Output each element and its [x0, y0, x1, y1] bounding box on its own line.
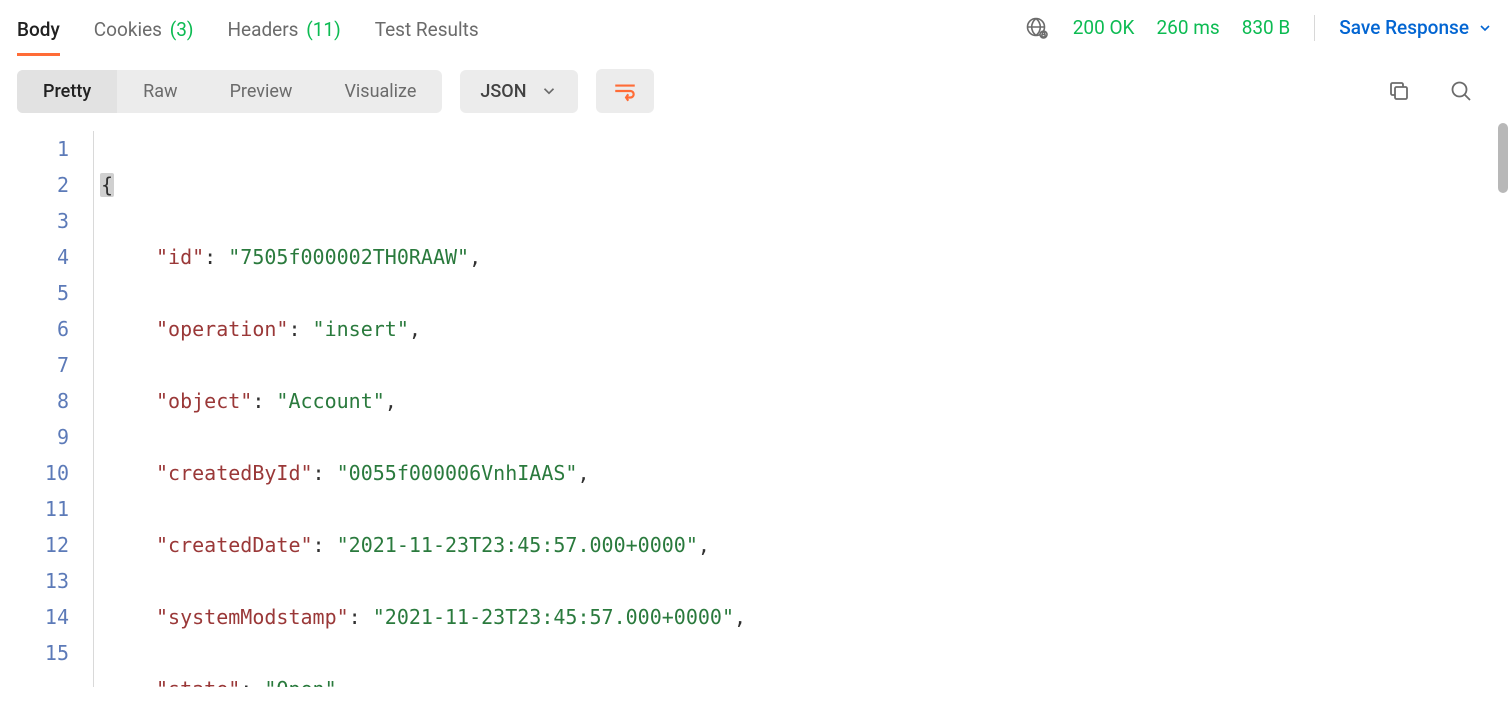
format-select[interactable]: JSON — [460, 70, 578, 113]
divider — [1314, 15, 1315, 41]
save-response-label: Save Response — [1339, 16, 1469, 39]
network-icon[interactable] — [1025, 16, 1049, 40]
code-line: "object": "Account", — [100, 383, 1502, 419]
lineno: 11 — [17, 491, 69, 527]
tab-test-results[interactable]: Test Results — [375, 10, 479, 55]
chevron-down-icon — [1477, 20, 1493, 36]
response-meta: 200 OK 260 ms 830 B Save Response — [1025, 15, 1493, 51]
tab-headers-count: (11) — [306, 18, 340, 41]
line-gutter: 1 2 3 4 5 6 7 8 9 10 11 12 13 14 15 — [17, 131, 93, 687]
lineno: 12 — [17, 527, 69, 563]
view-mode-segment: Pretty Raw Preview Visualize — [17, 70, 442, 113]
search-button[interactable] — [1449, 79, 1473, 103]
response-body-editor: 1 2 3 4 5 6 7 8 9 10 11 12 13 14 15 { "i… — [0, 117, 1510, 687]
code-line: "id": "7505f000002TH0RAAW", — [100, 239, 1502, 275]
status-size: 830 B — [1242, 16, 1291, 39]
view-mode-preview[interactable]: Preview — [204, 70, 319, 113]
code-line: "createdDate": "2021-11-23T23:45:57.000+… — [100, 527, 1502, 563]
copy-icon — [1387, 79, 1411, 103]
wrap-lines-button[interactable] — [596, 69, 654, 113]
lineno: 8 — [17, 383, 69, 419]
code-line: "operation": "insert", — [100, 311, 1502, 347]
lineno: 6 — [17, 311, 69, 347]
view-mode-pretty[interactable]: Pretty — [17, 70, 117, 113]
code-line: "createdById": "0055f000006VnhIAAS", — [100, 455, 1502, 491]
code-line: "state": "Open", — [100, 671, 1502, 687]
tab-body-label: Body — [17, 18, 60, 41]
view-mode-visualize[interactable]: Visualize — [318, 70, 442, 113]
lineno: 3 — [17, 203, 69, 239]
lineno: 13 — [17, 563, 69, 599]
tab-cookies[interactable]: Cookies (3) — [94, 10, 194, 55]
tab-headers[interactable]: Headers (11) — [227, 10, 340, 55]
lineno: 7 — [17, 347, 69, 383]
code-line: { — [100, 167, 1502, 203]
tab-headers-label: Headers — [227, 18, 298, 41]
status-group: 200 OK 260 ms 830 B — [1073, 16, 1291, 39]
lineno: 15 — [17, 635, 69, 671]
tab-body[interactable]: Body — [17, 10, 60, 55]
status-code: 200 OK — [1073, 16, 1135, 39]
view-mode-raw[interactable]: Raw — [117, 70, 203, 113]
tab-cookies-count: (3) — [170, 18, 194, 41]
lineno: 4 — [17, 239, 69, 275]
toolbar-right — [1387, 79, 1493, 103]
copy-button[interactable] — [1387, 79, 1411, 103]
lineno: 14 — [17, 599, 69, 635]
lineno: 9 — [17, 419, 69, 455]
format-select-label: JSON — [480, 81, 526, 102]
tab-test-results-label: Test Results — [375, 18, 479, 41]
save-response-button[interactable]: Save Response — [1339, 16, 1493, 39]
code-line: "systemModstamp": "2021-11-23T23:45:57.0… — [100, 599, 1502, 635]
status-time: 260 ms — [1156, 16, 1219, 39]
chevron-down-icon — [540, 82, 558, 100]
scrollbar-thumb[interactable] — [1498, 123, 1508, 193]
lineno: 1 — [17, 131, 69, 167]
gutter-divider — [93, 131, 94, 687]
lineno: 2 — [17, 167, 69, 203]
wrap-icon — [612, 78, 638, 104]
tab-cookies-label: Cookies — [94, 18, 162, 41]
lineno: 10 — [17, 455, 69, 491]
lineno: 5 — [17, 275, 69, 311]
body-view-toolbar: Pretty Raw Preview Visualize JSON — [0, 55, 1510, 117]
code-content[interactable]: { "id": "7505f000002TH0RAAW", "operation… — [100, 131, 1502, 687]
response-tabs-bar: Body Cookies (3) Headers (11) Test Resul… — [0, 0, 1510, 55]
search-icon — [1449, 79, 1473, 103]
